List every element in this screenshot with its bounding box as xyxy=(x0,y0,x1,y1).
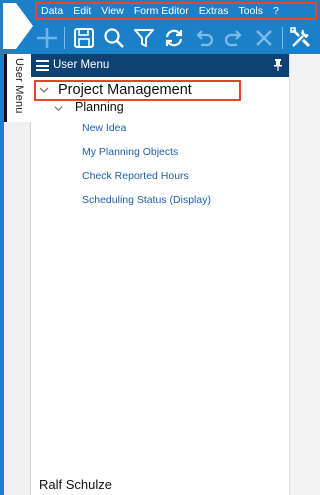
close-icon[interactable] xyxy=(251,24,277,52)
app-logo-icon[interactable] xyxy=(3,3,33,49)
menu-data[interactable]: Data xyxy=(37,5,63,17)
panel-header: User Menu xyxy=(31,54,289,77)
panel-title: User Menu xyxy=(53,59,110,71)
chevron-down-icon[interactable] xyxy=(54,104,63,113)
undo-icon[interactable] xyxy=(191,24,217,52)
search-icon[interactable] xyxy=(101,24,127,52)
save-icon[interactable] xyxy=(71,24,97,52)
main-menu-bar: Data Edit View Form Editor Extras Tools … xyxy=(35,2,317,20)
pin-icon[interactable] xyxy=(273,59,283,71)
menu-extras[interactable]: Extras xyxy=(194,5,229,17)
tree-node-planning[interactable]: Planning xyxy=(75,100,124,114)
plus-icon[interactable] xyxy=(34,24,60,52)
user-menu-side-tab-label: User Menu xyxy=(13,58,25,114)
hamburger-menu-icon[interactable] xyxy=(36,60,49,71)
menu-edit[interactable]: Edit xyxy=(68,5,91,17)
filter-icon[interactable] xyxy=(131,24,157,52)
menu-link-scheduling-status[interactable]: Scheduling Status (Display) xyxy=(82,194,211,206)
tools-icon[interactable] xyxy=(288,24,314,52)
menu-tools[interactable]: Tools xyxy=(233,5,263,17)
menu-link-new-idea[interactable]: New Idea xyxy=(82,122,126,134)
redo-icon[interactable] xyxy=(221,24,247,52)
top-header-bar: Data Edit View Form Editor Extras Tools … xyxy=(0,0,320,54)
main-toolbar xyxy=(34,24,320,52)
menu-link-my-planning-objects[interactable]: My Planning Objects xyxy=(82,146,178,158)
tree-node-project-management[interactable]: Project Management xyxy=(34,80,241,101)
menu-link-check-reported-hours[interactable]: Check Reported Hours xyxy=(82,170,189,182)
menu-form-editor[interactable]: Form Editor xyxy=(129,5,189,17)
user-menu-side-tab[interactable]: User Menu xyxy=(4,54,31,122)
menu-help[interactable]: ? xyxy=(268,5,279,17)
menu-view[interactable]: View xyxy=(96,5,124,17)
user-name: Ralf Schulze xyxy=(39,477,112,492)
refresh-icon[interactable] xyxy=(161,24,187,52)
user-menu-panel: User Menu Project Management Planning Ne… xyxy=(31,54,289,495)
tree-node-label: Project Management xyxy=(58,82,192,98)
chevron-down-icon[interactable] xyxy=(39,85,49,95)
right-side-area xyxy=(289,54,320,495)
